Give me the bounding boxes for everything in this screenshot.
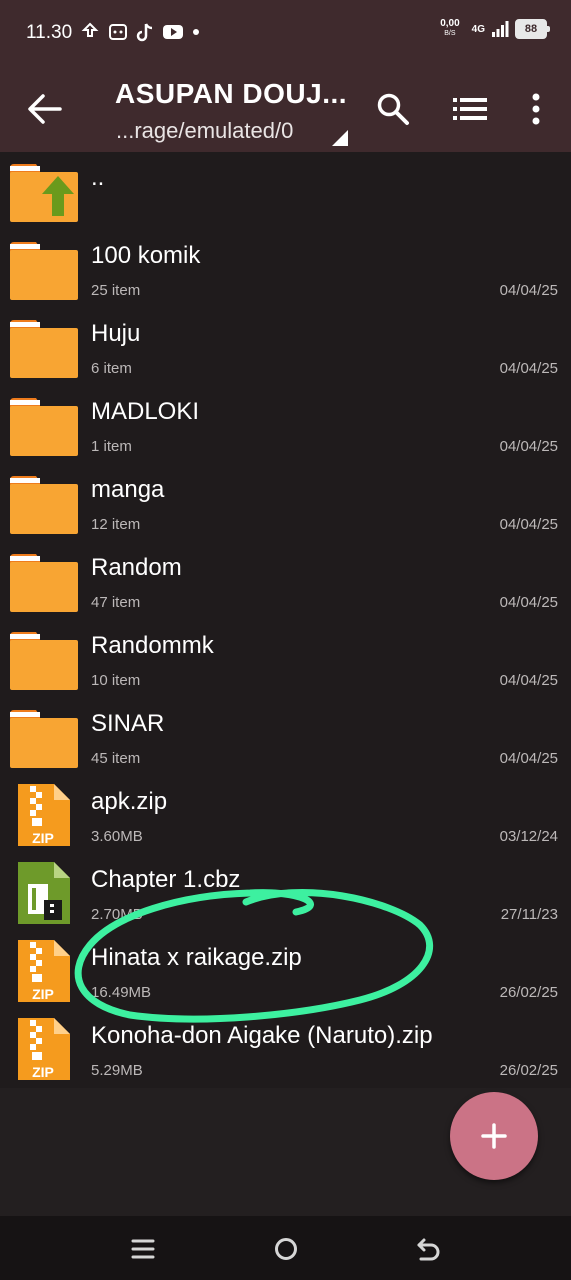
item-count: 25 item	[91, 282, 141, 299]
list-item-folder[interactable]: Random 47 item 04/04/25	[0, 542, 571, 620]
file-name: 100 komik	[91, 242, 201, 269]
modified-date: 04/04/25	[499, 516, 558, 533]
file-name: SINAR	[91, 710, 165, 737]
dropdown-triangle-icon[interactable]	[332, 130, 348, 146]
search-icon[interactable]	[376, 92, 410, 126]
list-item-file[interactable]: ZIP apk.zip 3.60MB 03/12/24	[0, 776, 571, 854]
folder-icon	[10, 320, 78, 378]
folder-icon	[10, 242, 78, 300]
network-type: 4G	[471, 23, 485, 35]
modified-date: 26/02/25	[499, 984, 558, 1001]
list-item-folder[interactable]: manga 12 item 04/04/25	[0, 464, 571, 542]
list-item-file[interactable]: ZIP Hinata x raikage.zip 16.49MB 26/02/2…	[0, 932, 571, 1010]
file-name: ..	[91, 164, 105, 191]
net-speed-unit: B/S	[444, 30, 456, 37]
add-button[interactable]	[450, 1092, 538, 1180]
more-vert-icon[interactable]	[526, 92, 546, 126]
file-list: .. 100 komik 25 item 04/04/25 Huju 6 ite…	[0, 152, 571, 1088]
notification-icons	[80, 22, 200, 42]
list-item-folder[interactable]: 100 komik 25 item 04/04/25	[0, 230, 571, 308]
file-name: MADLOKI	[91, 398, 200, 425]
comic-book-file-icon	[18, 862, 70, 924]
item-count: 12 item	[91, 516, 141, 533]
net-speed: 0,00 B/S	[440, 19, 459, 39]
file-name: manga	[91, 476, 165, 503]
zip-file-icon: ZIP	[18, 784, 70, 846]
folder-icon	[10, 476, 78, 534]
file-name: Chapter 1.cbz	[91, 866, 241, 893]
sync-icon	[81, 22, 99, 37]
list-item-folder[interactable]: Randommk 10 item 04/04/25	[0, 620, 571, 698]
file-name: Hinata x raikage.zip	[91, 944, 302, 971]
file-name: Huju	[91, 320, 141, 347]
folder-icon	[10, 554, 78, 612]
folder-icon	[10, 398, 78, 456]
item-count: 10 item	[91, 672, 141, 689]
plus-icon	[481, 1123, 507, 1149]
file-size: 5.29MB	[91, 1062, 143, 1079]
list-item-folder[interactable]: SINAR 45 item 04/04/25	[0, 698, 571, 776]
system-navigation-bar	[0, 1216, 571, 1280]
path-dropdown[interactable]: ...rage/emulated/0	[116, 118, 293, 144]
recent-apps-icon[interactable]	[128, 1234, 158, 1264]
app-icon	[109, 24, 127, 40]
list-item-folder[interactable]: Huju 6 item 04/04/25	[0, 308, 571, 386]
dot-icon	[193, 29, 199, 35]
item-count: 47 item	[91, 594, 141, 611]
file-size: 3.60MB	[91, 828, 143, 845]
status-bar: 11.30 0,00 B/S 4G 88	[0, 0, 571, 64]
file-size: 16.49MB	[91, 984, 152, 1001]
modified-date: 03/12/24	[499, 828, 558, 845]
battery-icon: 88	[515, 19, 550, 39]
folder-icon	[10, 632, 78, 690]
zip-file-icon: ZIP	[18, 1018, 70, 1080]
tiktok-icon	[136, 23, 153, 42]
file-size: 2.70MB	[91, 906, 143, 923]
modified-date: 04/04/25	[499, 282, 558, 299]
back-arrow-icon[interactable]	[26, 92, 62, 126]
list-item-file[interactable]: ZIP Konoha-don Aigake (Naruto).zip 5.29M…	[0, 1010, 571, 1088]
list-item-file[interactable]: Chapter 1.cbz 2.70MB 27/11/23	[0, 854, 571, 932]
modified-date: 04/04/25	[499, 438, 558, 455]
modified-date: 26/02/25	[499, 1062, 558, 1079]
zip-badge: ZIP	[32, 986, 54, 1002]
list-item-folder[interactable]: MADLOKI 1 item 04/04/25	[0, 386, 571, 464]
clock: 11.30	[26, 22, 73, 43]
list-item-parent[interactable]: ..	[0, 152, 571, 230]
signal-icon	[492, 21, 509, 37]
system-indicators: 0,00 B/S 4G 88	[440, 19, 550, 39]
back-icon[interactable]	[414, 1234, 444, 1264]
modified-date: 27/11/23	[500, 906, 558, 923]
file-name: Konoha-don Aigake (Naruto).zip	[91, 1022, 433, 1049]
file-name: Random	[91, 554, 182, 581]
modified-date: 04/04/25	[499, 594, 558, 611]
zip-badge: ZIP	[32, 1064, 54, 1080]
app-toolbar: ASUPAN DOUJ... ...rage/emulated/0	[0, 64, 571, 152]
file-name: Randommk	[91, 632, 214, 659]
item-count: 45 item	[91, 750, 141, 767]
home-icon[interactable]	[271, 1234, 301, 1264]
folder-title: ASUPAN DOUJ...	[115, 78, 348, 109]
folder-icon	[10, 710, 78, 768]
modified-date: 04/04/25	[499, 750, 558, 767]
zip-file-icon: ZIP	[18, 940, 70, 1002]
item-count: 6 item	[91, 360, 132, 377]
folder-up-icon	[10, 164, 78, 222]
youtube-icon	[163, 25, 183, 39]
net-speed-value: 0,00	[440, 18, 460, 29]
modified-date: 04/04/25	[499, 360, 558, 377]
file-name: apk.zip	[91, 788, 168, 815]
item-count: 1 item	[91, 438, 132, 455]
modified-date: 04/04/25	[499, 672, 558, 689]
list-view-icon[interactable]	[452, 94, 488, 124]
zip-badge: ZIP	[32, 830, 54, 846]
